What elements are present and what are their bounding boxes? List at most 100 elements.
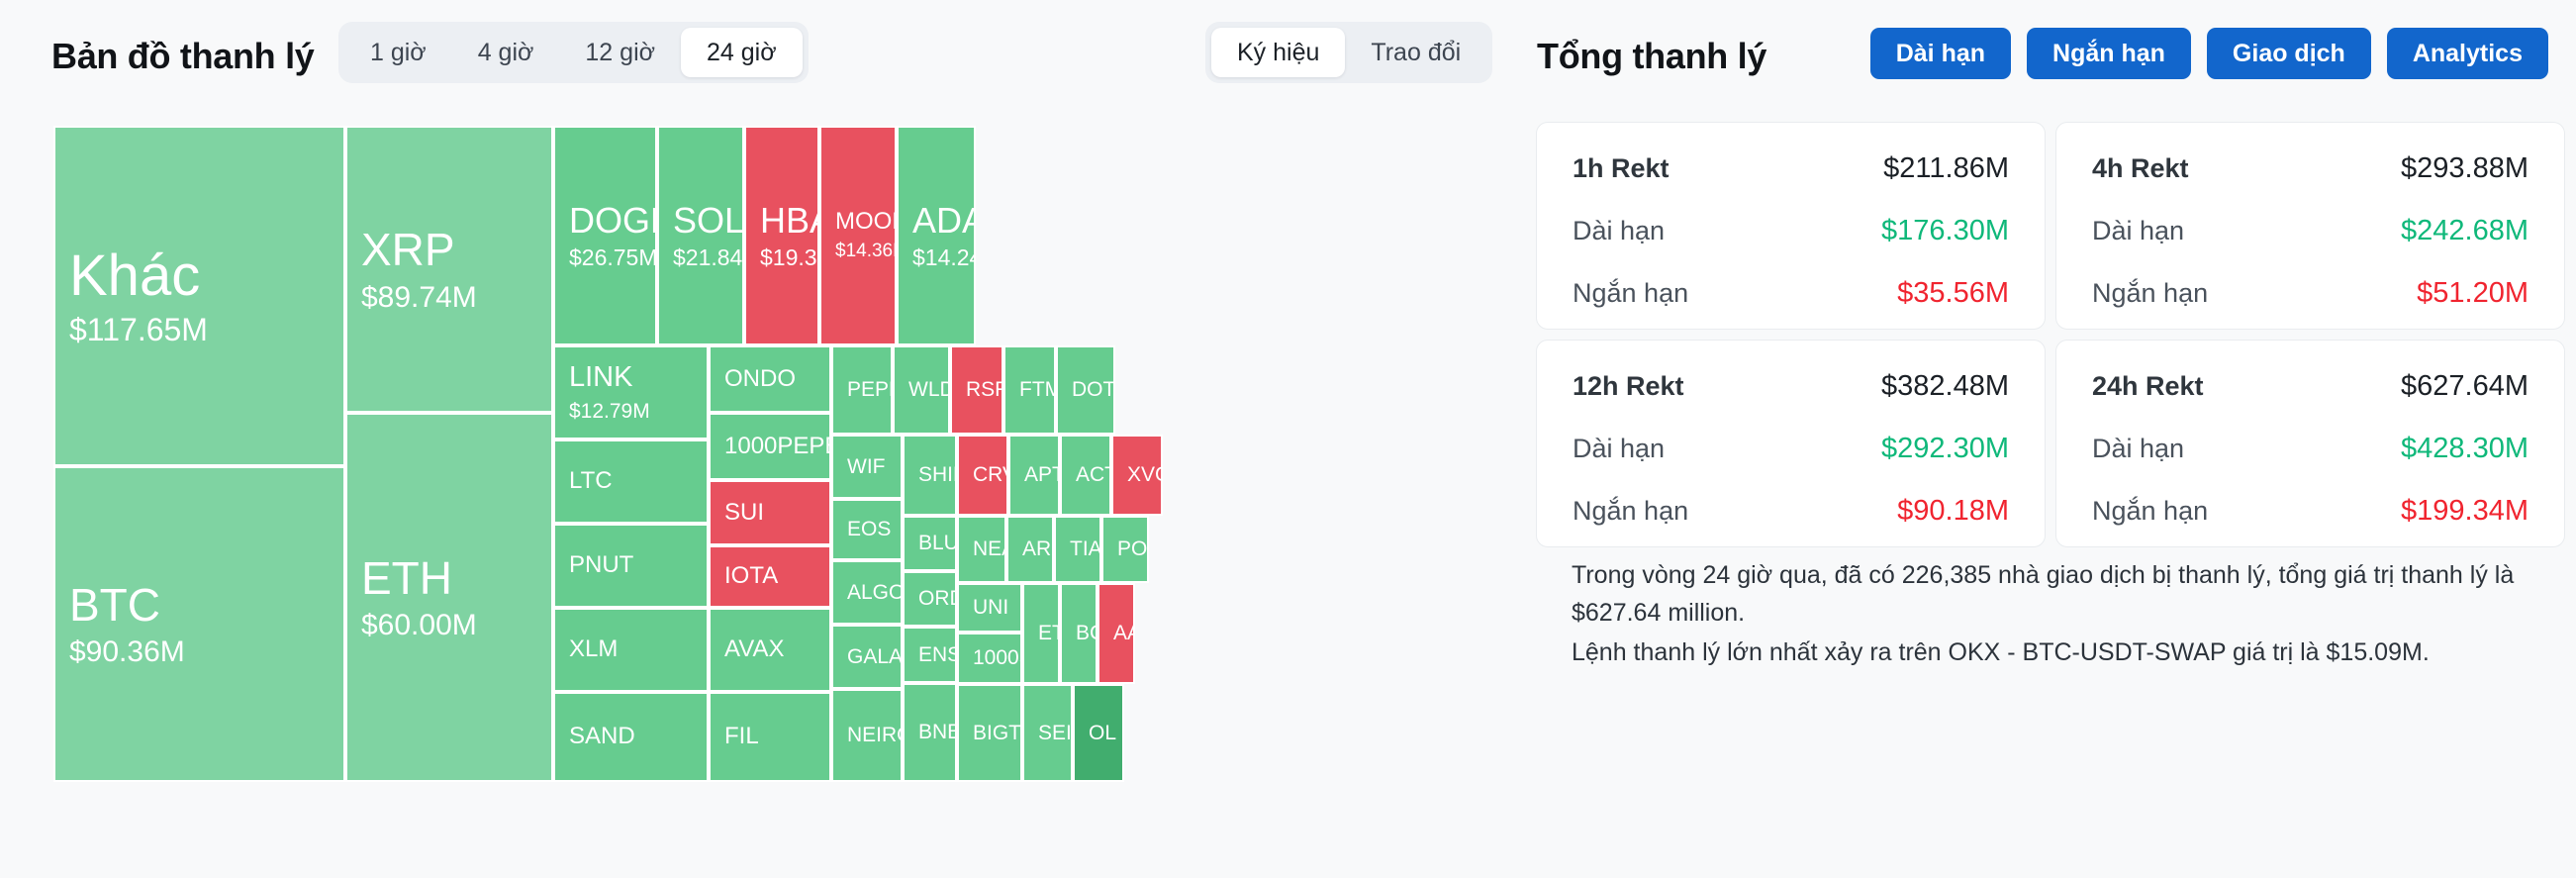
treemap-tile-1000pepe[interactable]: 1000PEPE: [709, 413, 831, 480]
treemap-tile-1000shib[interactable]: 1000SHIB: [957, 633, 1022, 684]
stat-card-long-row: Dài hạn $242.68M: [2092, 215, 2528, 247]
treemap-tile-uni[interactable]: UNI: [957, 583, 1022, 633]
treemap-tile-shib[interactable]: SHIB: [903, 435, 957, 516]
treemap-tile-moodeng[interactable]: MOODENG $14.36M: [819, 126, 897, 345]
short-button[interactable]: Ngắn hạn: [2027, 28, 2191, 79]
treemap-tile-gala[interactable]: GALA: [831, 625, 903, 689]
long-value: $428.30M: [2401, 433, 2528, 464]
treemap-tile-hbar[interactable]: HBAR $19.35M: [744, 126, 819, 345]
treemap-tile-eth[interactable]: ETH $60.00M: [345, 413, 553, 782]
treemap-tile-bch[interactable]: BCH: [1060, 583, 1097, 684]
stat-card-title: 1h Rekt: [1573, 153, 1670, 183]
treemap-tile-etc[interactable]: ETC: [1022, 583, 1060, 684]
treemap-tile-blur[interactable]: BLUR: [903, 516, 957, 571]
treemap-tile-link[interactable]: LINK $12.79M: [553, 345, 709, 439]
treemap-tile-sei[interactable]: SEI: [1022, 684, 1073, 782]
treemap-tile-ar[interactable]: AR: [1006, 516, 1054, 583]
treemap-tile-pol[interactable]: POL: [1101, 516, 1149, 583]
tile-value: $14.36M: [835, 240, 895, 261]
treemap-tile-bigtime[interactable]: BIGTIME: [957, 684, 1022, 782]
treemap-tile-crv[interactable]: CRV: [957, 435, 1008, 516]
tile-label: RSR: [966, 378, 1002, 402]
tile-label: ENS: [918, 642, 957, 666]
stat-card-12h: 12h Rekt $382.48M Dài hạn $292.30M Ngắn …: [1536, 340, 2046, 547]
treemap-tile-algo[interactable]: ALGO: [831, 560, 903, 625]
treemap-tile-ens[interactable]: ENS: [903, 627, 957, 683]
tile-label: MOODENG: [835, 208, 895, 236]
treemap-tile-neiro[interactable]: NEIRO: [831, 689, 903, 782]
treemap-tile-ltc[interactable]: LTC: [553, 439, 709, 524]
treemap-tile-wld[interactable]: WLD: [893, 345, 950, 435]
treemap-tile-aave[interactable]: AAVE: [1097, 583, 1135, 684]
tile-label: ETC: [1038, 622, 1058, 645]
treemap-tile-act[interactable]: ACT: [1060, 435, 1111, 516]
tab-1h[interactable]: 1 giờ: [344, 28, 452, 77]
tile-label: LINK: [569, 361, 633, 393]
tab-24h[interactable]: 24 giờ: [681, 28, 803, 77]
view-mode-tab-group[interactable]: Ký hiệu Trao đổi: [1205, 22, 1493, 83]
liquidation-map-page: Bản đồ thanh lý 1 giờ 4 giờ 12 giờ 24 gi…: [0, 0, 2576, 878]
stat-card-total: $627.64M: [2401, 370, 2528, 402]
treemap-tile-bnb[interactable]: BNB: [903, 683, 957, 782]
timeframe-tab-group[interactable]: 1 giờ 4 giờ 12 giờ 24 giờ: [338, 22, 809, 83]
stat-card-title: 24h Rekt: [2092, 371, 2204, 401]
treemap-tile-khac[interactable]: Khác $117.65M: [53, 126, 345, 466]
tile-label: WLD: [908, 378, 948, 402]
treemap-tile-ordi[interactable]: ORDI: [903, 571, 957, 627]
analytics-button[interactable]: Analytics: [2386, 28, 2548, 79]
stat-card-short-row: Ngắn hạn $199.34M: [2092, 495, 2528, 528]
tile-label: BCH: [1076, 622, 1096, 645]
tile-label: UNI: [973, 596, 1009, 620]
tile-label: EOS: [847, 518, 892, 541]
treemap-tile-ftm[interactable]: FTM: [1003, 345, 1056, 435]
stat-card-short-row: Ngắn hạn $35.56M: [1573, 277, 2009, 310]
treemap-tile-pnut[interactable]: PNUT: [553, 524, 709, 608]
tile-label: AVAX: [724, 635, 785, 663]
treemap-tile-ondo[interactable]: ONDO: [709, 345, 831, 413]
treemap-tile-wif[interactable]: WIF: [831, 435, 903, 499]
tab-exchange[interactable]: Trao đổi: [1345, 28, 1486, 77]
total-liquidation-title: Tổng thanh lý: [1537, 36, 1767, 76]
treemap-tile-iota[interactable]: IOTA: [709, 545, 831, 608]
tile-label: ONDO: [724, 364, 796, 392]
treemap-tile-eos[interactable]: EOS: [831, 499, 903, 560]
treemap-tile-avax[interactable]: AVAX: [709, 608, 831, 692]
treemap-tile-fil[interactable]: FIL: [709, 692, 831, 782]
treemap-tile-xrp[interactable]: XRP $89.74M: [345, 126, 553, 413]
stat-card-header: 1h Rekt $211.86M: [1573, 152, 2009, 185]
tile-label: DOT: [1072, 378, 1115, 402]
tile-value: $12.79M: [569, 399, 650, 423]
treemap-tile-doge[interactable]: DOGE $26.75M: [553, 126, 657, 345]
treemap-tile-dot[interactable]: DOT: [1056, 345, 1115, 435]
treemap-tile-btc[interactable]: BTC $90.36M: [53, 466, 345, 782]
treemap-tile-xvg[interactable]: XVG: [1111, 435, 1163, 516]
treemap-tile-xlm[interactable]: XLM: [553, 608, 709, 692]
tile-label: ETH: [361, 551, 452, 604]
tile-label: BIGTIME: [973, 721, 1022, 744]
treemap-tile-sand[interactable]: SAND: [553, 692, 709, 782]
treemap-tile-rsr[interactable]: RSR: [950, 345, 1003, 435]
stat-card-short-row: Ngắn hạn $51.20M: [2092, 277, 2528, 310]
tile-label: FIL: [724, 723, 759, 750]
treemap-tile-sui[interactable]: SUI: [709, 480, 831, 545]
tab-symbol[interactable]: Ký hiệu: [1211, 28, 1346, 77]
tile-label: BLUR: [918, 532, 955, 555]
tile-label: Khác: [69, 243, 201, 308]
treemap-tile-tia[interactable]: TIA: [1054, 516, 1101, 583]
tile-label: APT: [1024, 463, 1058, 487]
treemap-tile-ada[interactable]: ADA $14.24M: [897, 126, 976, 345]
treemap-tile-near[interactable]: NEAR: [957, 516, 1006, 583]
trade-button[interactable]: Giao dịch: [2206, 28, 2371, 79]
treemap-tile-pepe[interactable]: PEPE: [831, 345, 893, 435]
tile-value: $117.65M: [69, 312, 208, 348]
short-label: Ngắn hạn: [1573, 496, 1689, 526]
tile-value: $21.84M: [673, 244, 743, 271]
tile-label: ORDI: [918, 587, 955, 611]
treemap-tile-sol[interactable]: SOL $21.84M: [657, 126, 744, 345]
treemap-tile-ol[interactable]: OL: [1073, 684, 1124, 782]
short-label: Ngắn hạn: [2092, 496, 2209, 526]
tab-4h[interactable]: 4 giờ: [452, 28, 560, 77]
tab-12h[interactable]: 12 giờ: [559, 28, 681, 77]
long-button[interactable]: Dài hạn: [1869, 28, 2012, 79]
treemap-tile-apt[interactable]: APT: [1008, 435, 1060, 516]
